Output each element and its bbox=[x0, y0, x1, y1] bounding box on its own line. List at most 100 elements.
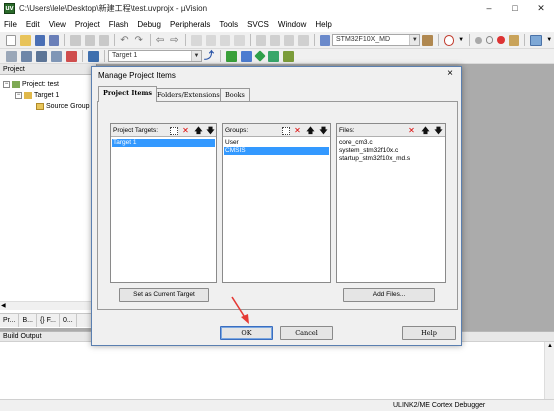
target-combo[interactable]: Target 1 ▼ bbox=[108, 50, 202, 62]
manage-run-time-icon[interactable] bbox=[283, 50, 294, 62]
tree-item-source-group[interactable]: Source Group bbox=[36, 102, 90, 112]
tab-books[interactable]: B... bbox=[19, 314, 37, 327]
comment-icon[interactable] bbox=[284, 34, 295, 46]
rebuild-icon[interactable] bbox=[36, 50, 47, 62]
unindent-icon[interactable] bbox=[269, 34, 281, 46]
tab-books[interactable]: Books bbox=[220, 88, 250, 101]
tab-templates[interactable]: 0... bbox=[60, 314, 77, 327]
close-window-icon[interactable]: ✕ bbox=[528, 0, 554, 17]
minimize-icon[interactable]: – bbox=[476, 0, 502, 17]
set-as-current-target-button[interactable]: Set as Current Target bbox=[119, 288, 209, 302]
menu-debug[interactable]: Debug bbox=[137, 17, 161, 32]
nav-forward-icon[interactable]: ⇨ bbox=[170, 35, 180, 46]
move-down-icon[interactable]: 🡇 bbox=[319, 126, 328, 135]
menu-help[interactable]: Help bbox=[315, 17, 331, 32]
delete-icon[interactable]: ✕ bbox=[293, 126, 302, 135]
breakpoint-icon[interactable] bbox=[474, 36, 482, 44]
download-icon[interactable] bbox=[88, 50, 99, 62]
menu-peripherals[interactable]: Peripherals bbox=[170, 17, 210, 32]
new-file-icon[interactable] bbox=[6, 34, 17, 46]
vertical-scrollbar[interactable]: ▲ bbox=[544, 342, 554, 399]
cut-icon[interactable] bbox=[70, 34, 81, 46]
menu-view[interactable]: View bbox=[49, 17, 66, 32]
menu-svcs[interactable]: SVCS bbox=[247, 17, 269, 32]
chevron-down-icon[interactable]: ▼ bbox=[191, 51, 201, 61]
save-all-icon[interactable] bbox=[49, 34, 60, 46]
bookmark-prev-icon[interactable] bbox=[205, 34, 216, 46]
delete-icon[interactable]: ✕ bbox=[407, 126, 416, 135]
maximize-icon[interactable]: □ bbox=[502, 0, 528, 17]
tree-item-target[interactable]: − Target 1 bbox=[15, 91, 59, 101]
ok-button[interactable]: OK bbox=[220, 326, 273, 340]
menu-window[interactable]: Window bbox=[278, 17, 306, 32]
open-folder-icon[interactable] bbox=[20, 34, 31, 46]
project-targets-list[interactable]: Project Targets: ✕ 🡅 🡇 Target 1 bbox=[110, 123, 217, 283]
chevron-down-icon[interactable]: ▼ bbox=[409, 35, 420, 45]
tab-folders-extensions[interactable]: Folders/Extensions bbox=[152, 88, 225, 101]
new-item-icon[interactable] bbox=[170, 127, 178, 135]
breakpoint-kill-icon[interactable] bbox=[497, 36, 505, 44]
menu-tools[interactable]: Tools bbox=[219, 17, 238, 32]
find-icon[interactable] bbox=[422, 34, 433, 46]
breakpoint-disable-icon[interactable] bbox=[485, 36, 494, 44]
undo-icon[interactable]: ↶ bbox=[120, 35, 130, 46]
tree-collapse-icon[interactable]: − bbox=[15, 91, 22, 99]
translate-icon[interactable] bbox=[6, 50, 17, 62]
menu-edit[interactable]: Edit bbox=[26, 17, 40, 32]
pack-installer-icon[interactable] bbox=[254, 50, 266, 62]
close-icon[interactable]: × bbox=[443, 68, 457, 79]
menu-flash[interactable]: Flash bbox=[109, 17, 129, 32]
indent-icon[interactable] bbox=[255, 34, 266, 46]
breakpoint-list-icon[interactable] bbox=[508, 34, 519, 46]
groups-list[interactable]: Groups: ✕ 🡅 🡇 User CMSIS bbox=[222, 123, 331, 283]
uncomment-icon[interactable] bbox=[298, 34, 309, 46]
move-down-icon[interactable]: 🡇 bbox=[434, 126, 443, 135]
move-up-icon[interactable]: 🡅 bbox=[306, 126, 315, 135]
search-icon[interactable] bbox=[443, 34, 455, 46]
menu-file[interactable]: File bbox=[4, 17, 17, 32]
chevron-down-icon[interactable]: ▼ bbox=[546, 35, 552, 46]
tree-collapse-icon[interactable]: − bbox=[3, 80, 10, 88]
tab-project-items[interactable]: Project Items bbox=[98, 86, 158, 102]
batch-build-icon[interactable] bbox=[51, 50, 62, 62]
scroll-up-icon[interactable]: ▲ bbox=[547, 343, 553, 349]
chevron-down-icon[interactable]: ▼ bbox=[458, 35, 464, 46]
move-up-icon[interactable]: 🡅 bbox=[421, 126, 430, 135]
new-item-icon[interactable] bbox=[282, 127, 290, 135]
nav-back-icon[interactable]: ⇦ bbox=[156, 35, 166, 46]
bookmark-icon[interactable] bbox=[191, 34, 202, 46]
list-item[interactable]: system_stm32f10x.c bbox=[338, 147, 398, 155]
stop-build-icon[interactable] bbox=[66, 50, 77, 62]
bookmark-next-icon[interactable] bbox=[219, 34, 231, 46]
menu-project[interactable]: Project bbox=[75, 17, 100, 32]
help-button[interactable]: Help bbox=[402, 326, 456, 340]
list-item[interactable]: Target 1 bbox=[112, 139, 215, 147]
delete-icon[interactable]: ✕ bbox=[181, 126, 190, 135]
horizontal-scrollbar[interactable]: ◀ bbox=[0, 301, 96, 310]
window-layout-icon[interactable] bbox=[529, 34, 543, 46]
tree-item-project[interactable]: − Project: test bbox=[3, 80, 59, 90]
build-icon[interactable] bbox=[21, 50, 32, 62]
select-packs-icon[interactable] bbox=[268, 50, 279, 62]
target-options-icon[interactable]: ⤴ bbox=[204, 51, 215, 62]
tab-functions[interactable]: {} F... bbox=[37, 314, 60, 327]
device-combo[interactable]: STM32F10X_MD ▼ bbox=[332, 34, 421, 46]
redo-icon[interactable]: ↷ bbox=[135, 35, 145, 46]
manage-project-items-icon[interactable] bbox=[226, 50, 237, 62]
list-item[interactable]: core_cm3.c bbox=[338, 139, 373, 147]
add-files-button[interactable]: Add Files... bbox=[343, 288, 435, 302]
list-item[interactable]: CMSIS bbox=[224, 147, 329, 155]
list-item[interactable]: startup_stm32f10x_md.s bbox=[338, 155, 410, 163]
save-icon[interactable] bbox=[34, 34, 46, 46]
file-extensions-icon[interactable] bbox=[241, 50, 252, 62]
copy-icon[interactable] bbox=[84, 34, 95, 46]
move-up-icon[interactable]: 🡅 bbox=[194, 126, 203, 135]
move-down-icon[interactable]: 🡇 bbox=[206, 126, 215, 135]
cancel-button[interactable]: Cancel bbox=[280, 326, 333, 340]
tab-project[interactable]: Pr... bbox=[0, 314, 20, 327]
paste-icon[interactable] bbox=[98, 34, 110, 46]
bookmark-clear-icon[interactable] bbox=[234, 34, 245, 46]
list-item[interactable]: User bbox=[224, 139, 329, 147]
scroll-left-icon[interactable]: ◀ bbox=[1, 302, 6, 309]
files-list[interactable]: Files: ✕ 🡅 🡇 core_cm3.c system_stm32f10x… bbox=[336, 123, 446, 283]
